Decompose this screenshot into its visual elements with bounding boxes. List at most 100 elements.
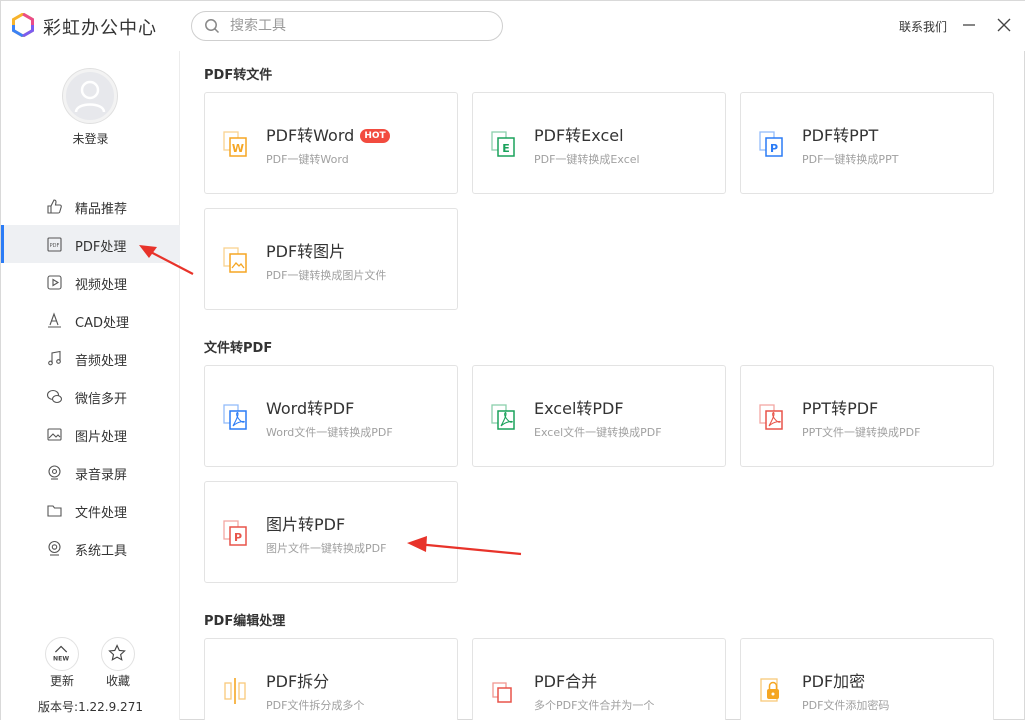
login-status[interactable]: 未登录 [1, 130, 180, 147]
svg-text:P: P [234, 531, 242, 544]
cad-icon [48, 312, 61, 328]
card-title: PDF转图片 [266, 242, 346, 261]
pdf-to-excel-icon: E [491, 131, 515, 157]
card-title: Excel转PDF [534, 399, 624, 418]
card-subtitle: 图片文件一键转换成PDF [266, 542, 387, 555]
update-badge: NEW [53, 656, 69, 663]
sidebar-item-label: 录音录屏 [75, 468, 128, 483]
excel-to-pdf-icon [491, 404, 515, 430]
star-icon [108, 644, 126, 661]
card-title: Word转PDF [266, 399, 355, 418]
sidebar-item-system[interactable]: 系统工具 [1, 529, 180, 567]
sidebar-item-file[interactable]: 文件处理 [1, 491, 180, 529]
card-pdf-to-image[interactable]: PDF转图片 PDF一键转换成图片文件 [204, 208, 458, 310]
sidebar-item-audio[interactable]: 音频处理 [1, 339, 180, 377]
update-label: 更新 [49, 674, 74, 688]
main-content: PDF转文件 W PDF转Word HOT PDF一键转Word E PDF转Ex… [181, 51, 1025, 720]
card-title: 图片转PDF [266, 515, 346, 534]
card-title: PDF转Excel [534, 126, 624, 145]
wechat-icon [46, 389, 63, 404]
sidebar-item-label: CAD处理 [75, 316, 129, 331]
version-text: 版本号:1.22.9.271 [38, 700, 143, 714]
music-note-icon [48, 350, 61, 366]
sidebar-item-wechat[interactable]: 微信多开 [1, 377, 180, 415]
card-subtitle: PDF一键转Word [266, 153, 349, 166]
sidebar-item-label: 文件处理 [75, 506, 128, 521]
sidebar-item-video[interactable]: 视频处理 [1, 263, 180, 301]
card-title: PDF转Word HOT [266, 122, 390, 146]
close-icon[interactable] [996, 17, 1012, 33]
sidebar-item-image[interactable]: 图片处理 [1, 415, 180, 453]
section-title: 文件转PDF [204, 341, 273, 356]
user-icon [74, 80, 106, 113]
sidebar-item-label: 系统工具 [75, 544, 128, 559]
ppt-to-pdf-icon [759, 404, 783, 430]
merge-icon [492, 682, 512, 703]
card-title: PDF转PPT [802, 126, 879, 145]
hot-badge: HOT [360, 129, 390, 143]
svg-text:P: P [770, 142, 778, 155]
sidebar-item-record[interactable]: 录音录屏 [1, 453, 180, 491]
app-window: 彩虹办公中心 联系我们 未登录 精品 [0, 0, 1025, 720]
search-input[interactable] [230, 16, 490, 36]
sidebar: 未登录 精品推荐 PDF PDF处理 视频处理 CAD处理 音频处理 微信多开 … [1, 51, 180, 720]
favorite-button[interactable] [101, 637, 135, 671]
sidebar-item-recommended[interactable]: 精品推荐 [1, 187, 180, 225]
update-button[interactable]: NEW [45, 637, 79, 671]
search-icon [205, 19, 220, 34]
sidebar-nav: 精品推荐 PDF PDF处理 视频处理 CAD处理 音频处理 微信多开 图片处理… [1, 187, 180, 567]
avatar[interactable] [63, 69, 117, 123]
card-subtitle: 多个PDF文件合并为一个 [534, 699, 655, 712]
section-title: PDF转文件 [204, 68, 273, 83]
video-icon [47, 275, 62, 290]
sidebar-item-label: 微信多开 [75, 392, 128, 407]
card-word-to-pdf[interactable]: Word转PDF Word文件一键转换成PDF [204, 365, 458, 467]
card-subtitle: PPT文件一键转换成PDF [802, 426, 921, 439]
contact-us-link[interactable]: 联系我们 [899, 18, 947, 35]
card-subtitle: PDF一键转换成PPT [802, 153, 899, 166]
image-icon [47, 428, 62, 441]
search-box[interactable] [191, 11, 503, 41]
pdf-to-ppt-icon: P [759, 131, 783, 157]
card-ppt-to-pdf[interactable]: PPT转PDF PPT文件一键转换成PDF [740, 365, 994, 467]
card-subtitle: PDF一键转换成Excel [534, 153, 640, 166]
sidebar-item-label: 视频处理 [75, 278, 128, 293]
card-excel-to-pdf[interactable]: Excel转PDF Excel文件一键转换成PDF [472, 365, 726, 467]
card-pdf-encrypt[interactable]: PDF加密 PDF文件添加密码 [740, 638, 994, 720]
card-subtitle: Excel文件一键转换成PDF [534, 426, 662, 439]
folder-icon [47, 505, 62, 517]
card-subtitle: PDF文件添加密码 [802, 699, 890, 712]
sidebar-item-label: 图片处理 [75, 430, 128, 445]
title-bar: 彩虹办公中心 联系我们 [1, 1, 1025, 51]
sidebar-item-label: 精品推荐 [75, 202, 128, 217]
card-title: PDF加密 [802, 672, 866, 691]
sidebar-item-label: PDF处理 [75, 240, 127, 255]
card-title: PDF拆分 [266, 672, 330, 691]
rainbow-logo-icon [12, 13, 34, 37]
card-title: PDF合并 [534, 672, 598, 691]
card-image-to-pdf[interactable]: P 图片转PDF 图片文件一键转换成PDF [204, 481, 458, 583]
svg-text:E: E [502, 142, 510, 155]
image-to-pdf-icon: P [223, 520, 247, 546]
sidebar-item-label: 音频处理 [75, 354, 128, 369]
sidebar-item-cad[interactable]: CAD处理 [1, 301, 180, 339]
split-icon [224, 678, 246, 704]
minimize-icon[interactable] [961, 17, 977, 33]
pdf-to-word-icon: W [223, 131, 247, 157]
update-new-icon: NEW [53, 645, 69, 663]
system-tool-icon [48, 540, 61, 556]
lock-icon [760, 678, 779, 702]
card-pdf-to-ppt[interactable]: P PDF转PPT PDF一键转换成PPT [740, 92, 994, 194]
pdf-icon: PDF [47, 237, 62, 252]
card-subtitle: PDF文件拆分成多个 [266, 699, 365, 712]
favorite-label: 收藏 [105, 674, 130, 688]
pdf-to-image-icon [223, 247, 247, 273]
card-pdf-merge[interactable]: PDF合并 多个PDF文件合并为一个 [472, 638, 726, 720]
record-icon [48, 465, 61, 480]
card-pdf-split[interactable]: PDF拆分 PDF文件拆分成多个 [204, 638, 458, 720]
card-subtitle: PDF一键转换成图片文件 [266, 269, 387, 282]
sidebar-item-pdf[interactable]: PDF PDF处理 [1, 225, 180, 263]
card-pdf-to-word[interactable]: W PDF转Word HOT PDF一键转Word [204, 92, 458, 194]
word-to-pdf-icon [223, 404, 247, 430]
card-pdf-to-excel[interactable]: E PDF转Excel PDF一键转换成Excel [472, 92, 726, 194]
